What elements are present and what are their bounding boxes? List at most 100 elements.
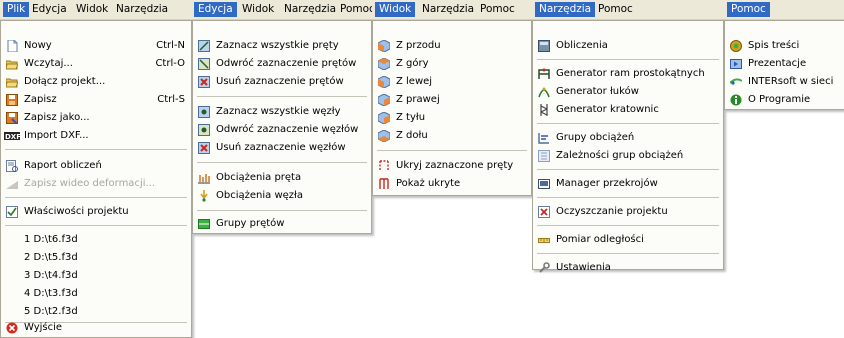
menu-item-prezentacje[interactable]: Prezentacje xyxy=(725,55,844,73)
node-load-icon xyxy=(198,190,210,202)
edycja-menu: Zaznacz wszystkie pręty Odwróć zaznaczen… xyxy=(192,20,372,234)
menu-item-z-lewej[interactable]: Z lewej xyxy=(373,73,531,91)
menu-item-z-tylu[interactable]: Z tyłu xyxy=(373,109,531,127)
invert-nodes-icon xyxy=(198,124,210,136)
menu-item-zapisz-jako[interactable]: Zapisz jako... xyxy=(1,109,191,127)
menu-item-dolacz-projekt[interactable]: Dołącz projekt... xyxy=(1,73,191,91)
menu-item-odwroc-zaznaczenie-wezlow[interactable]: Odwróć zaznaczenie węzłów xyxy=(193,121,371,139)
ruler-icon xyxy=(538,234,550,246)
view-bottom-icon xyxy=(378,130,390,142)
menu-separator xyxy=(197,162,367,163)
report-icon xyxy=(6,160,18,172)
menu-item-z-prawej[interactable]: Z prawej xyxy=(373,91,531,109)
menu-separator xyxy=(537,253,719,254)
menu-item-recent-4[interactable]: 4 D:\t3.f3d xyxy=(1,285,191,303)
menu-item-ukryj-zaznaczone-prety[interactable]: Ukryj zaznaczone pręty xyxy=(373,157,531,175)
menu-item-odwroc-zaznaczenie-pretow[interactable]: Odwróć zaznaczenie prętów xyxy=(193,55,371,73)
menu-separator xyxy=(537,225,719,226)
menubar-plik[interactable]: Plik xyxy=(3,2,30,17)
menu-item-zaznacz-wszystkie-wezly[interactable]: Zaznacz wszystkie węzły xyxy=(193,103,371,121)
menubar-widok[interactable]: Widok xyxy=(375,2,416,17)
menubar-edycja[interactable]: Edycja xyxy=(194,2,237,17)
menu-item-zapisz-wideo: Zapisz wideo deformacji... xyxy=(1,175,191,193)
new-document-icon xyxy=(6,40,18,52)
menubar-widok[interactable]: Widok xyxy=(238,2,278,17)
truss-generator-icon xyxy=(538,104,550,116)
menu-item-zapisz[interactable]: Zapisz Ctrl-S xyxy=(1,91,191,109)
menu-item-wczytaj[interactable]: Wczytaj... Ctrl-O xyxy=(1,55,191,73)
menubar-narzedzia[interactable]: Narzędzia xyxy=(280,2,340,17)
menu-item-grupy-pretow[interactable]: Grupy prętów xyxy=(193,215,371,233)
menu-item-usun-zaznaczenie-wezlow[interactable]: Usuń zaznaczenie węzłów xyxy=(193,139,371,157)
section-manager-icon xyxy=(538,178,550,190)
presentations-icon xyxy=(730,58,742,70)
menu-item-obciazenia-wezla[interactable]: Obciążenia węzła xyxy=(193,187,371,205)
frame-generator-icon xyxy=(538,68,550,80)
menubar-pomoc[interactable]: Pomoc xyxy=(336,2,372,17)
menu-item-o-programie[interactable]: O Programie xyxy=(725,91,844,109)
menubar-widok[interactable]: Widok xyxy=(72,2,112,17)
menu-item-recent-3[interactable]: 3 D:\t4.f3d xyxy=(1,267,191,285)
menubar-narzedzia[interactable]: Narzędzia xyxy=(418,2,478,17)
menu-item-wyjscie[interactable]: Wyjście xyxy=(1,319,191,337)
save-as-icon xyxy=(6,112,18,124)
menu-item-pomiar-odleglosci[interactable]: Pomiar odległości xyxy=(533,231,723,249)
menu-item-manager-przekrojow[interactable]: Manager przekrojów xyxy=(533,175,723,193)
narzedzia-menu: Obliczenia Generator ram prostokątnych G… xyxy=(532,20,724,273)
menu-item-zaznacz-wszystkie-prety[interactable]: Zaznacz wszystkie pręty xyxy=(193,37,371,55)
menu-item-recent-2[interactable]: 2 D:\t5.f3d xyxy=(1,249,191,267)
menu-bar: Narzędzia Pomoc xyxy=(532,0,724,20)
menu-separator xyxy=(5,149,187,150)
settings-icon xyxy=(538,262,550,274)
menu-item-pokaz-ukryte[interactable]: Pokaż ukryte xyxy=(373,175,531,193)
menubar-pomoc[interactable]: Pomoc xyxy=(727,2,770,17)
menubar-edycja[interactable]: Edycja xyxy=(28,2,71,17)
menubar-pomoc[interactable]: Pomoc xyxy=(476,2,519,17)
menu-item-spis-tresci[interactable]: Spis treści xyxy=(725,37,844,55)
open-folder-icon xyxy=(6,58,18,70)
menu-item-generator-ram[interactable]: Generator ram prostokątnych xyxy=(533,65,723,83)
menu-item-grupy-obciazen[interactable]: Grupy obciążeń xyxy=(533,129,723,147)
menu-panel-plik: Plik Edycja Widok Narzędzia Nowy Ctrl-N … xyxy=(0,0,192,338)
menu-item-wlasciwosci-projektu[interactable]: Właściwości projektu xyxy=(1,203,191,221)
menu-item-recent-1[interactable]: 1 D:\t6.f3d xyxy=(1,231,191,249)
menu-item-oczyszczanie-projektu[interactable]: Oczyszczanie projektu xyxy=(533,203,723,221)
menu-item-nowy[interactable]: Nowy Ctrl-N xyxy=(1,37,191,55)
menu-separator xyxy=(537,169,719,170)
menu-panel-edycja: Edycja Widok Narzędzia Pomoc Zaznacz wsz… xyxy=(192,0,372,240)
menubar-narzedzia[interactable]: Narzędzia xyxy=(535,2,596,17)
menu-separator xyxy=(197,96,367,97)
menu-item-import-dxf[interactable]: DXF Import DXF... xyxy=(1,127,191,145)
save-icon xyxy=(6,94,18,106)
menu-item-z-przodu[interactable]: Z przodu xyxy=(373,37,531,55)
help-contents-icon xyxy=(730,40,742,52)
menu-item-generator-lukow[interactable]: Generator łuków xyxy=(533,83,723,101)
menubar-pomoc[interactable]: Pomoc xyxy=(594,2,637,17)
load-dependencies-icon xyxy=(538,150,550,162)
hide-bars-icon xyxy=(378,160,390,172)
menu-bar: Edycja Widok Narzędzia Pomoc xyxy=(192,0,372,20)
view-left-icon xyxy=(378,76,390,88)
menu-panel-pomoc: Pomoc Spis treści Prezentacje INTERsoft … xyxy=(724,0,844,110)
bar-groups-icon xyxy=(198,218,210,230)
menubar-narzedzia[interactable]: Narzędzia xyxy=(112,2,172,17)
view-top-icon xyxy=(378,58,390,70)
deselect-nodes-icon xyxy=(198,142,210,154)
menu-item-z-dolu[interactable]: Z dołu xyxy=(373,127,531,145)
menu-separator xyxy=(5,225,187,226)
menu-item-zaleznosci-grup-obciazen[interactable]: Zależności grup obciążeń xyxy=(533,147,723,165)
cleanup-icon xyxy=(538,206,550,218)
menu-item-raport-obliczen[interactable]: Raport obliczeń xyxy=(1,157,191,175)
web-icon xyxy=(730,76,742,88)
menu-item-z-gory[interactable]: Z góry xyxy=(373,55,531,73)
svg-text:DXF: DXF xyxy=(5,133,20,141)
dxf-icon: DXF xyxy=(4,130,20,142)
menu-item-ustawienia[interactable]: Ustawienia xyxy=(533,259,723,277)
about-icon xyxy=(730,94,742,106)
menu-item-intersoft-w-sieci[interactable]: INTERsoft w sieci xyxy=(725,73,844,91)
view-right-icon xyxy=(378,94,390,106)
menu-item-usun-zaznaczenie-pretow[interactable]: Usuń zaznaczenie prętów xyxy=(193,73,371,91)
menu-item-generator-kratownic[interactable]: Generator kratownic xyxy=(533,101,723,119)
menu-item-obliczenia[interactable]: Obliczenia xyxy=(533,37,723,55)
menu-item-obciazenia-preta[interactable]: Obciążenia pręta xyxy=(193,169,371,187)
